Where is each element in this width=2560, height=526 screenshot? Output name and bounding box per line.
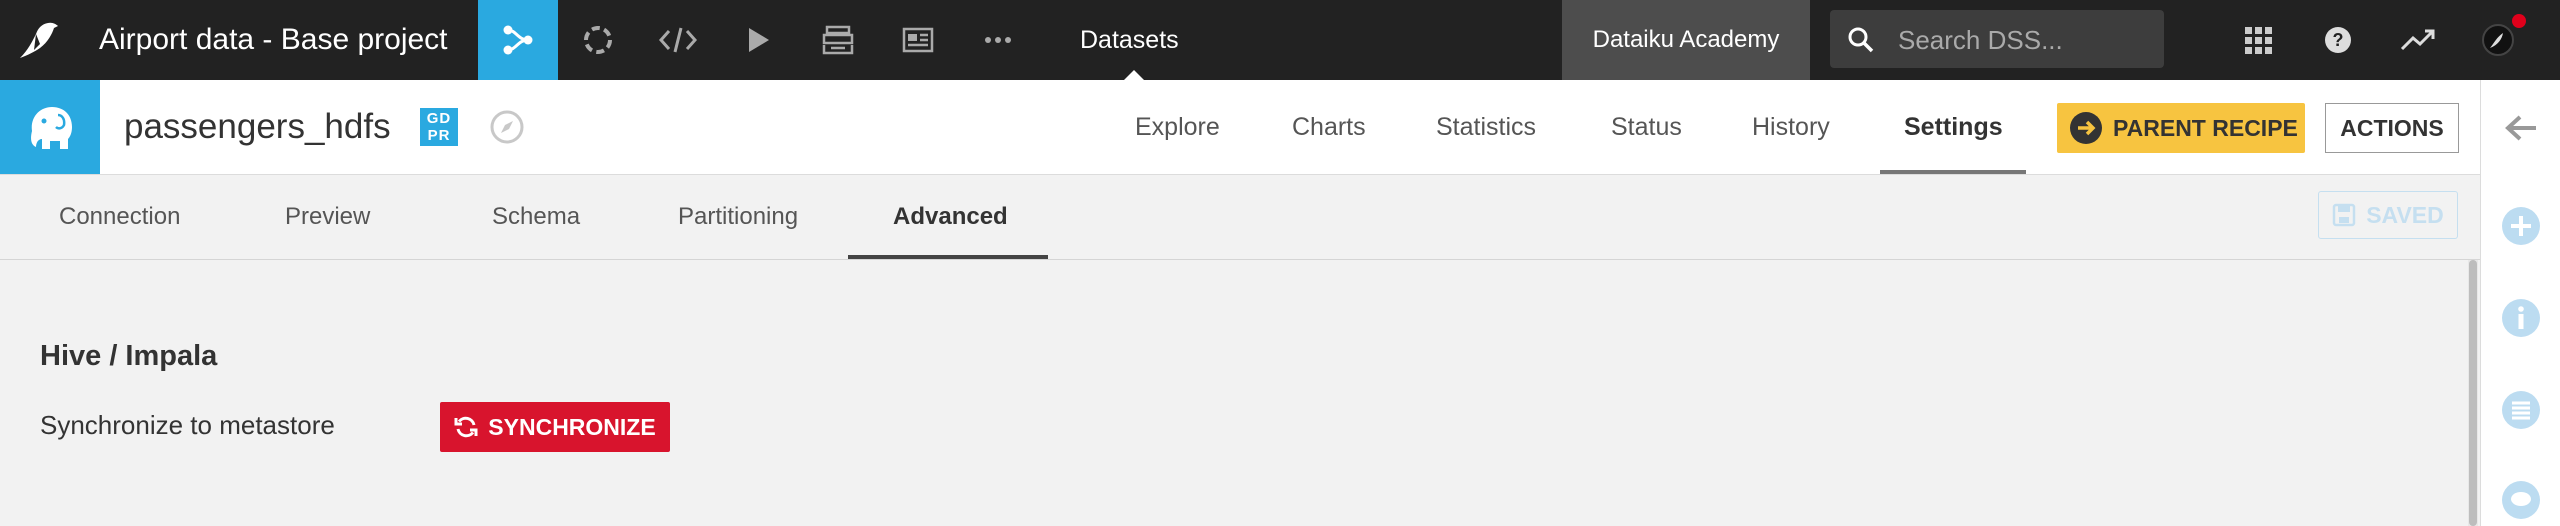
section-title: Hive / Impala xyxy=(40,340,218,372)
plus-circle-icon xyxy=(2502,207,2540,245)
tab-explore[interactable]: Explore xyxy=(1135,80,1220,174)
flow-icon xyxy=(503,25,533,55)
compass-button[interactable] xyxy=(488,108,526,146)
datasets-breadcrumb[interactable]: Datasets xyxy=(1080,0,1179,80)
gdpr-badge-line2: PR xyxy=(427,127,451,144)
chat-icon xyxy=(2502,481,2540,519)
dataset-name: passengers_hdfs xyxy=(124,107,391,146)
arrow-circle-right-icon xyxy=(2070,112,2102,144)
info-button[interactable] xyxy=(2501,298,2541,338)
flow-nav-button[interactable] xyxy=(478,0,558,80)
add-to-button[interactable] xyxy=(2501,206,2541,246)
subtab-schema[interactable]: Schema xyxy=(492,175,580,259)
subtab-connection[interactable]: Connection xyxy=(59,175,180,259)
tab-settings[interactable]: Settings xyxy=(1904,80,2003,174)
deploy-nav-button[interactable] xyxy=(798,0,878,80)
right-sidebar xyxy=(2480,80,2560,526)
jobs-nav-button[interactable] xyxy=(718,0,798,80)
activity-button[interactable] xyxy=(2378,0,2458,80)
code-icon xyxy=(658,27,698,53)
active-tab-indicator xyxy=(1880,170,2026,174)
user-menu-button[interactable] xyxy=(2458,0,2538,80)
sync-metastore-label: Synchronize to metastore xyxy=(40,410,335,440)
list-icon xyxy=(2502,391,2540,429)
settings-content: Hive / Impala Synchronize to metastore S… xyxy=(0,260,2466,526)
discussions-button[interactable] xyxy=(2501,480,2541,520)
saved-label: SAVED xyxy=(2366,201,2444,228)
notification-dot xyxy=(2512,14,2526,28)
synchronize-button[interactable]: SYNCHRONIZE xyxy=(440,402,670,452)
avatar-icon xyxy=(2482,24,2514,56)
synchronize-label: SYNCHRONIZE xyxy=(488,413,656,440)
elephant-icon xyxy=(31,107,72,149)
help-button[interactable]: ? xyxy=(2298,0,2378,80)
tab-status[interactable]: Status xyxy=(1611,80,1682,174)
arrow-left-icon xyxy=(2505,115,2536,141)
parent-recipe-button[interactable]: PARENT RECIPE xyxy=(2057,103,2305,153)
grid-icon xyxy=(2245,27,2272,54)
search-icon xyxy=(1848,27,1874,53)
trend-icon xyxy=(2400,29,2435,51)
play-icon xyxy=(749,28,769,52)
info-icon xyxy=(2502,299,2540,337)
settings-subtabs: Connection Preview Schema Partitioning A… xyxy=(0,175,2480,260)
subtab-partitioning[interactable]: Partitioning xyxy=(678,175,798,259)
academy-link[interactable]: Dataiku Academy xyxy=(1562,0,1810,80)
lab-nav-button[interactable] xyxy=(558,0,638,80)
actions-button[interactable]: ACTIONS xyxy=(2325,103,2459,153)
lab-circle-icon xyxy=(584,26,612,54)
search-box[interactable] xyxy=(1830,10,2164,70)
help-icon: ? xyxy=(2325,27,2351,53)
schema-button[interactable] xyxy=(2501,390,2541,430)
bird-logo-icon xyxy=(20,22,58,58)
dataiku-logo[interactable] xyxy=(0,0,80,80)
search-input[interactable] xyxy=(1896,10,2156,70)
stack-icon xyxy=(822,25,854,55)
active-subtab-indicator xyxy=(848,255,1048,259)
more-nav-button[interactable] xyxy=(958,0,1038,80)
saved-button[interactable]: SAVED xyxy=(2318,191,2458,239)
top-nav-bar: Airport data - Base project Datasets Dat… xyxy=(0,0,2560,80)
refresh-icon xyxy=(454,416,478,438)
dashboard-icon xyxy=(902,27,934,53)
gdpr-badge-line1: GD xyxy=(426,110,452,127)
project-title[interactable]: Airport data - Base project xyxy=(99,0,448,80)
compass-icon xyxy=(490,110,524,144)
tab-charts[interactable]: Charts xyxy=(1292,80,1366,174)
dataset-header: passengers_hdfs GD PR Explore Charts Sta… xyxy=(0,80,2480,175)
apps-menu-button[interactable] xyxy=(2218,0,2298,80)
content-scrollbar[interactable] xyxy=(2468,260,2478,526)
code-nav-button[interactable] xyxy=(638,0,718,80)
gdpr-badge[interactable]: GD PR xyxy=(420,108,458,146)
hdfs-dataset-icon-box xyxy=(0,80,100,174)
ellipsis-icon xyxy=(985,37,1011,43)
dashboard-nav-button[interactable] xyxy=(878,0,958,80)
tab-history[interactable]: History xyxy=(1752,80,1830,174)
subtab-preview[interactable]: Preview xyxy=(285,175,370,259)
svg-text:?: ? xyxy=(2333,30,2344,50)
tab-statistics[interactable]: Statistics xyxy=(1436,80,1536,174)
scrollbar-thumb[interactable] xyxy=(2469,260,2477,526)
back-button[interactable] xyxy=(2501,108,2541,148)
subtab-advanced[interactable]: Advanced xyxy=(893,175,1008,259)
parent-recipe-label: PARENT RECIPE xyxy=(2113,114,2298,141)
save-icon xyxy=(2332,203,2356,227)
datasets-caret xyxy=(1124,70,1144,80)
